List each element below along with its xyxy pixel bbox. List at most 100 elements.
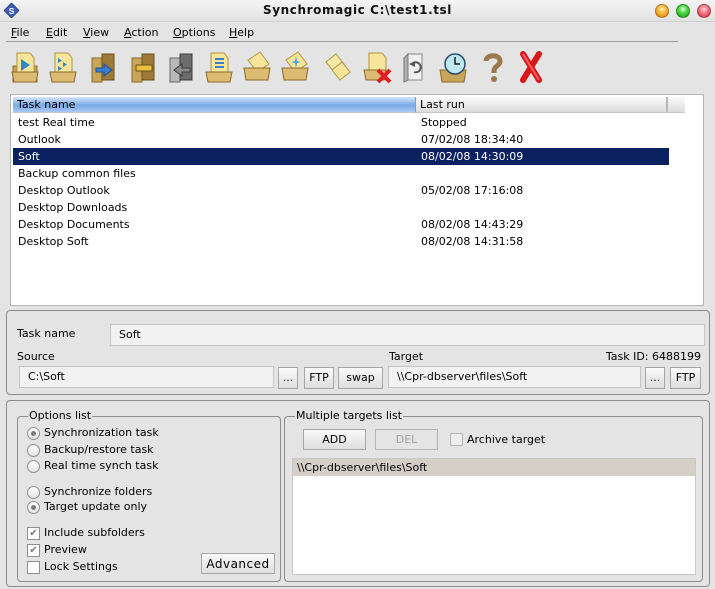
folder-log-icon (205, 52, 233, 83)
targets-list[interactable]: \\Cpr-dbserver\files\Soft (292, 458, 696, 575)
help-button[interactable] (476, 48, 510, 86)
menu-view[interactable]: View (83, 26, 109, 39)
real-time-synch-task-label: Real time synch task (44, 459, 159, 472)
toolbar (0, 44, 715, 92)
last-run-cell: 07/02/08 18:34:40 (421, 133, 524, 146)
target-list-item[interactable]: \\Cpr-dbserver\files\Soft (293, 459, 695, 476)
folder-compare-icon (131, 53, 155, 83)
task-rows: test Real time Stopped Outlook 07/02/08 18:… (13, 114, 669, 250)
target-browse-button[interactable]: ... (645, 367, 665, 389)
compare-button[interactable] (126, 48, 160, 86)
task-list-header: Task name Last run (13, 97, 685, 113)
include-subfolders-label: Include subfolders (44, 526, 145, 539)
duplicate-task-button[interactable] (320, 48, 354, 86)
real-time-synch-task-radio[interactable] (27, 460, 40, 473)
menu-action[interactable]: Action (124, 26, 158, 39)
folder-run-all-icon (49, 52, 77, 83)
task-row[interactable]: Backup common files (13, 165, 669, 182)
target-rows: \\Cpr-dbserver\files\Soft (293, 459, 695, 476)
backup-restore-task-radio[interactable] (27, 444, 40, 457)
synchronize-folders-radio[interactable] (27, 486, 40, 499)
menu-edit[interactable]: Edit (46, 26, 67, 39)
archive-target-label: Archive target (467, 433, 546, 446)
task-row[interactable]: test Real time Stopped (13, 114, 669, 131)
folder-run-icon (11, 52, 39, 83)
new-task-button[interactable] (240, 48, 274, 86)
task-name-cell: Soft (18, 150, 40, 163)
menu-bar: File Edit View Action Options Help (0, 22, 715, 42)
menu-options[interactable]: Options (173, 26, 215, 39)
target-input[interactable]: \\Cpr-dbserver\files\Soft (388, 366, 641, 388)
advanced-button[interactable]: Advanced (201, 553, 275, 574)
source-input[interactable]: C:\Soft (19, 366, 274, 388)
archive-target-checkbox[interactable] (450, 433, 463, 446)
task-row[interactable]: Desktop Soft 08/02/08 14:31:58 (13, 233, 669, 250)
maximize-button[interactable] (676, 4, 690, 18)
sync-button[interactable] (86, 48, 120, 86)
task-name-cell: test Real time (18, 116, 95, 129)
preview-label: Preview (44, 543, 87, 556)
task-name-cell: Backup common files (18, 167, 136, 180)
title-bar: S Synchromagic C:\test1.tsl (0, 0, 715, 22)
swap-button[interactable]: swap (338, 367, 383, 389)
column-header-last-run[interactable]: Last run (416, 97, 668, 113)
menu-separator (6, 41, 678, 42)
exit-button[interactable] (514, 48, 548, 86)
task-row[interactable]: Outlook 07/02/08 18:34:40 (13, 131, 669, 148)
folder-restore-icon (169, 53, 193, 83)
multiple-targets-legend: Multiple targets list (295, 409, 404, 422)
last-run-cell: 05/02/08 17:16:08 (421, 184, 524, 197)
task-name-cell: Desktop Outlook (18, 184, 110, 197)
delete-task-button[interactable] (360, 48, 394, 86)
task-details-panel: Task name Soft Source C:\Soft ... FTP sw… (6, 310, 710, 395)
delete-task-icon (363, 52, 392, 84)
task-row[interactable]: Desktop Outlook 05/02/08 17:16:08 (13, 182, 669, 199)
last-run-cell (416, 165, 669, 182)
new-task-wizard-button[interactable] (278, 48, 312, 86)
options-panel: Options list Synchronization task Backup/… (6, 400, 710, 587)
undo-icon (403, 52, 423, 83)
synchronize-folders-label: Synchronize folders (44, 485, 153, 498)
task-row[interactable]: Soft 08/02/08 14:30:09 (13, 148, 669, 165)
source-browse-button[interactable]: ... (278, 367, 298, 389)
include-subfolders-check[interactable]: ✔ (27, 527, 40, 540)
source-label: Source (17, 350, 55, 363)
source-ftp-button[interactable]: FTP (304, 367, 334, 389)
undo-button[interactable] (398, 48, 432, 86)
target-update-only-label: Target update only (44, 500, 148, 513)
del-target-button[interactable]: DEL (375, 429, 438, 450)
run-task-button[interactable] (8, 48, 42, 86)
task-name-label: Task name (17, 327, 76, 340)
exit-icon (520, 51, 542, 83)
window-title: Synchromagic C:\test1.tsl (262, 3, 453, 17)
minimize-button[interactable] (655, 4, 669, 18)
restore-button[interactable] (164, 48, 198, 86)
add-target-button[interactable]: ADD (303, 429, 366, 450)
close-button[interactable] (697, 4, 711, 18)
new-task-icon (243, 51, 271, 81)
task-list[interactable]: Task name Last run test Real time Stopped… (10, 94, 704, 306)
task-name-input[interactable]: Soft (110, 324, 705, 346)
preview-check[interactable]: ✔ (27, 544, 40, 557)
help-icon (483, 53, 503, 82)
lock-settings-label: Lock Settings (44, 560, 118, 573)
log-button[interactable] (202, 48, 236, 86)
task-row[interactable]: Desktop Documents 08/02/08 14:43:29 (13, 216, 669, 233)
synchronization-task-label: Synchronization task (44, 426, 159, 439)
column-header-task-name[interactable]: Task name (13, 97, 416, 113)
target-ftp-button[interactable]: FTP (670, 367, 701, 389)
new-task-wizard-icon (281, 51, 309, 81)
schedule-button[interactable] (436, 48, 470, 86)
run-all-button[interactable] (46, 48, 80, 86)
last-run-cell: 08/02/08 14:30:09 (421, 150, 524, 163)
duplicate-task-icon (325, 53, 351, 81)
synchronization-task-radio[interactable] (27, 427, 40, 440)
menu-help[interactable]: Help (229, 26, 254, 39)
lock-settings-check[interactable] (27, 561, 40, 574)
target-update-only-radio[interactable] (27, 501, 40, 514)
menu-file[interactable]: File (11, 26, 29, 39)
options-list-legend: Options list (28, 409, 93, 422)
task-name-cell: Desktop Downloads (18, 201, 128, 214)
task-row[interactable]: Desktop Downloads (13, 199, 669, 216)
target-label: Target (389, 350, 424, 363)
